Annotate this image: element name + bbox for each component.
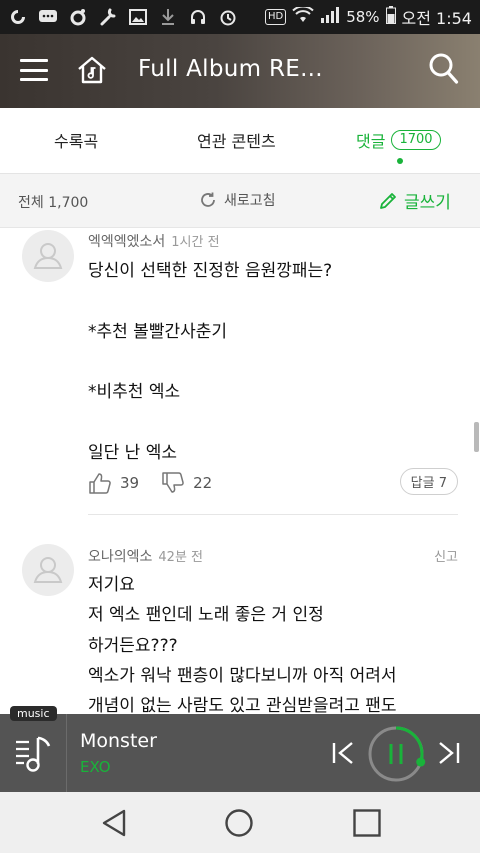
song-artist[interactable]: EXO — [80, 758, 111, 776]
dislike-count: 22 — [193, 474, 213, 492]
write-comment-button[interactable]: 글쓰기 — [378, 188, 451, 213]
next-track-icon[interactable] — [436, 740, 462, 766]
menu-icon[interactable] — [20, 59, 48, 81]
user-placeholder-icon — [33, 557, 63, 583]
song-title[interactable]: Monster — [80, 730, 157, 752]
comment-total: 전체 1,700 — [18, 195, 89, 211]
system-nav-bar — [0, 792, 480, 853]
scrollbar-thumb[interactable] — [474, 422, 479, 452]
previous-track-icon[interactable] — [330, 740, 356, 766]
signal-icon — [320, 7, 340, 27]
reply-button[interactable]: 답글 7 — [399, 468, 458, 495]
comment-actions: 39 22 — [88, 469, 212, 497]
back-icon[interactable] — [100, 808, 128, 838]
tab-bar: 수록곡 연관 콘텐츠 댓글 1700 — [0, 108, 480, 174]
like-button[interactable]: 39 — [88, 471, 139, 495]
comment-author[interactable]: 엑엑엑엤소서 — [88, 234, 165, 250]
user-placeholder-icon — [33, 243, 63, 269]
status-bar: HD 58% 오전 1:54 — [0, 0, 480, 34]
chat-icon — [38, 8, 58, 26]
wrench-icon — [98, 8, 118, 26]
alarm-icon — [218, 8, 238, 26]
comment-list[interactable]: 엑엑엑엤소서 1시간 전 당신이 선택한 진정한 음원깡패는? *추천 볼빨간사춘… — [0, 228, 480, 714]
hd-icon: HD — [264, 9, 287, 25]
pause-button[interactable] — [366, 724, 426, 784]
like-count: 39 — [120, 474, 140, 492]
home-icon[interactable] — [76, 54, 108, 86]
tab-comments-label: 댓글 — [356, 132, 386, 151]
comment-meta: 엑엑엑엤소서 1시간 전 — [88, 231, 220, 251]
comment-author[interactable]: 오나의엑소 — [88, 549, 152, 565]
search-icon[interactable] — [428, 52, 460, 86]
page-title: Full Album RE... — [138, 56, 323, 82]
notification-icons — [8, 8, 238, 26]
pencil-icon — [380, 192, 396, 209]
tab-tracklist[interactable]: 수록곡 — [54, 128, 98, 152]
refresh-button[interactable]: 새로고침 — [198, 190, 276, 210]
app-header: Full Album RE... — [0, 34, 480, 108]
comment-text: 저기요 저 엑소 팬인데 노래 좋은 거 인정 하거든요??? 엑소가 워낙 팬… — [88, 575, 397, 714]
refresh-label: 새로고침 — [224, 193, 276, 209]
download-icon — [158, 8, 178, 26]
dislike-button[interactable]: 22 — [161, 471, 212, 495]
battery-percent: 58% — [346, 8, 380, 26]
tab-comments[interactable]: 댓글 1700 — [356, 128, 441, 152]
mini-player[interactable]: music Monster EXO — [0, 706, 480, 792]
active-tab-indicator — [397, 158, 403, 164]
music-note-icon — [68, 8, 88, 26]
recent-apps-icon[interactable] — [352, 808, 382, 838]
report-button[interactable]: 신고 — [434, 546, 458, 565]
battery-icon — [385, 6, 396, 28]
player-separator — [66, 714, 67, 792]
comment-count-badge: 1700 — [391, 130, 441, 150]
comments-toolbar: 전체 1,700 새로고침 글쓰기 — [0, 174, 480, 228]
thumbs-down-icon — [162, 472, 184, 493]
comment-text: 당신이 선택한 진정한 음원깡패는? *추천 볼빨간사춘기 *비추천 엑소 일단… — [88, 261, 333, 463]
playlist-music-icon[interactable] — [14, 732, 54, 774]
avatar[interactable] — [22, 230, 74, 282]
write-label: 글쓰기 — [404, 193, 451, 213]
o-app-icon — [8, 8, 28, 26]
system-status: HD 58% 오전 1:54 — [264, 5, 472, 29]
home-circle-icon[interactable] — [224, 808, 254, 838]
headset-icon — [188, 8, 208, 26]
avatar[interactable] — [22, 544, 74, 596]
refresh-icon — [201, 192, 215, 207]
comment-divider — [88, 514, 458, 515]
music-tag: music — [10, 706, 57, 721]
comment-time: 42분 전 — [158, 550, 204, 565]
comment-time: 1시간 전 — [171, 235, 220, 250]
clock: 오전 1:54 — [401, 9, 472, 28]
wifi-icon — [292, 5, 314, 27]
comment-meta: 오나의엑소 42분 전 — [88, 546, 203, 566]
image-icon — [128, 8, 148, 26]
tab-related-content[interactable]: 연관 콘텐츠 — [197, 128, 276, 152]
thumbs-up-icon — [89, 473, 111, 494]
